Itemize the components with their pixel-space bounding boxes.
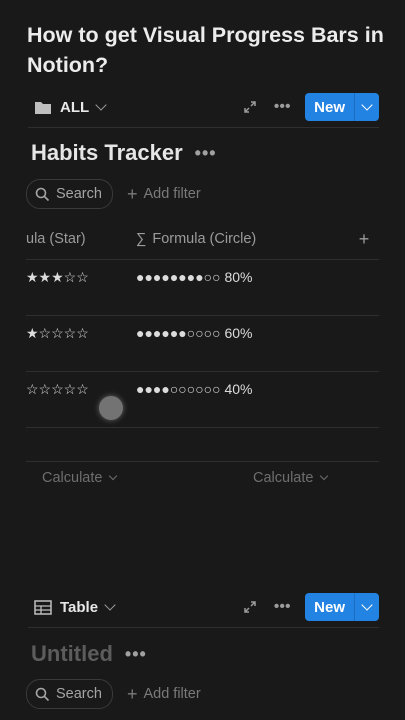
database-title: Habits Tracker •••	[31, 140, 217, 166]
search-button[interactable]: Search	[26, 179, 113, 209]
add-filter-button[interactable]: + Add filter	[127, 184, 201, 205]
table-header: ula (Star) ∑ Formula (Circle) +	[26, 219, 379, 260]
chevron-down-icon	[361, 599, 373, 611]
star-cell: ☆☆☆☆☆	[26, 381, 89, 397]
calculate-right[interactable]: Calculate	[253, 470, 329, 486]
calculate-left-label: Calculate	[42, 470, 103, 486]
new-button-group: New	[305, 93, 379, 121]
column-header-circle[interactable]: ∑ Formula (Circle)	[136, 231, 349, 247]
view-bar: ALL ••• New	[28, 87, 379, 127]
more-options-icon[interactable]: •••	[267, 592, 297, 622]
table-icon	[34, 599, 52, 615]
view-tab-label: ALL	[60, 98, 90, 116]
divider	[28, 127, 379, 128]
calculate-left[interactable]: Calculate	[42, 470, 118, 486]
add-filter-button[interactable]: + Add filter	[127, 684, 201, 705]
new-button-group: New	[305, 593, 379, 621]
search-label: Search	[56, 686, 102, 702]
column-header-circle-label: Formula (Circle)	[152, 231, 257, 247]
add-filter-label: Add filter	[143, 186, 201, 202]
filter-bar: Search + Add filter	[26, 679, 201, 709]
star-cell: ★☆☆☆☆	[26, 325, 89, 341]
formula-icon: ∑	[136, 231, 147, 247]
view-tab-table[interactable]: Table	[34, 598, 116, 616]
new-row[interactable]	[26, 428, 379, 462]
database-more-icon[interactable]: •••	[125, 644, 147, 665]
add-filter-label: Add filter	[143, 686, 201, 702]
database-title-text[interactable]: Habits Tracker	[31, 140, 183, 166]
table-row[interactable]: ★☆☆☆☆ ●●●●●●○○○○ 60%	[26, 316, 379, 372]
view-tab-label: Table	[60, 598, 99, 616]
search-icon	[35, 187, 50, 201]
circle-cell: ●●●●●●○○○○ 60%	[136, 325, 253, 341]
view-bar: Table ••• New	[28, 587, 379, 627]
divider	[28, 627, 379, 628]
database-title: Untitled •••	[31, 641, 147, 667]
database-title-text[interactable]: Untitled	[31, 641, 113, 667]
new-button[interactable]: New	[305, 593, 354, 621]
more-options-icon[interactable]: •••	[267, 92, 297, 122]
table-row[interactable]: ★★★☆☆ ●●●●●●●●○○ 80%	[26, 260, 379, 316]
new-dropdown-button[interactable]	[354, 593, 379, 621]
view-tab-all[interactable]: ALL	[34, 98, 107, 116]
circle-cell: ●●●●●●●●○○ 80%	[136, 269, 253, 285]
chevron-down-icon	[320, 471, 329, 481]
database-more-icon[interactable]: •••	[195, 143, 217, 164]
calculate-right-label: Calculate	[253, 470, 314, 486]
filter-bar: Search + Add filter	[26, 179, 201, 209]
search-label: Search	[56, 186, 102, 202]
folder-icon	[35, 101, 51, 114]
chevron-down-icon	[361, 99, 373, 111]
habits-table: ula (Star) ∑ Formula (Circle) + ★★★☆☆ ●●●…	[26, 219, 379, 462]
expand-icon[interactable]	[235, 92, 265, 122]
search-button[interactable]: Search	[26, 679, 113, 709]
touch-cursor	[99, 396, 123, 420]
expand-icon[interactable]	[235, 592, 265, 622]
new-dropdown-button[interactable]	[354, 93, 379, 121]
chevron-down-icon	[104, 599, 116, 611]
search-icon	[35, 687, 50, 701]
star-cell: ★★★☆☆	[26, 269, 89, 285]
circle-cell: ●●●●○○○○○○ 40%	[136, 381, 253, 397]
new-button[interactable]: New	[305, 93, 354, 121]
chevron-down-icon	[95, 99, 107, 111]
plus-icon: +	[126, 683, 138, 704]
table-row[interactable]: ☆☆☆☆☆ ●●●●○○○○○○ 40%	[26, 372, 379, 428]
chevron-down-icon	[109, 471, 118, 481]
plus-icon: +	[126, 183, 138, 204]
column-header-star[interactable]: ula (Star)	[26, 231, 136, 247]
page-title: How to get Visual Progress Bars in Notio…	[27, 23, 384, 77]
add-column-icon[interactable]: +	[349, 229, 379, 250]
